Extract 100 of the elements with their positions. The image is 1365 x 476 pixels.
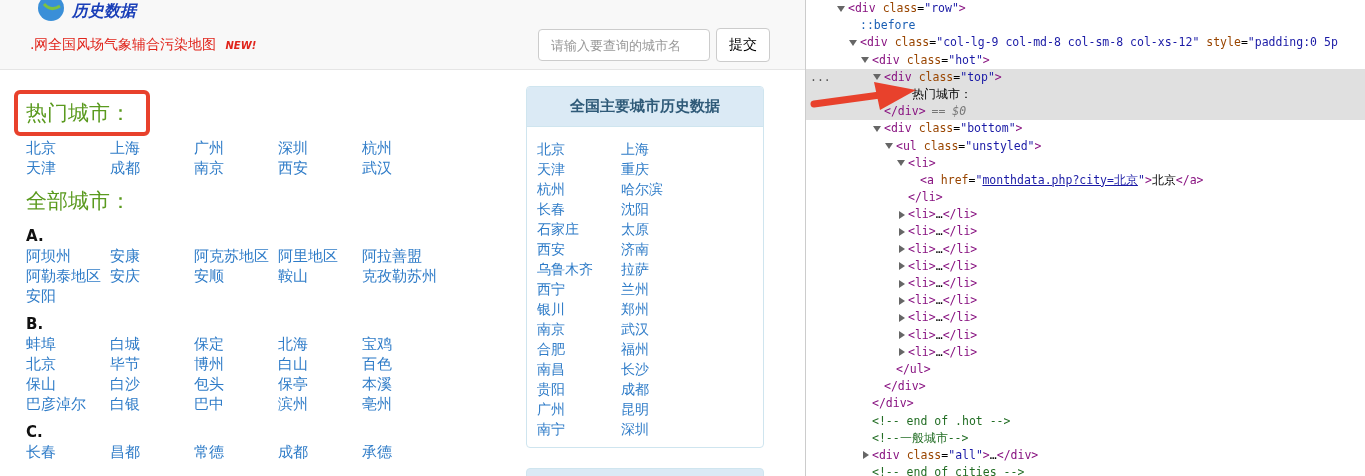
city-search-field[interactable]: 请输入要查询的城市名	[538, 29, 710, 61]
city-link[interactable]: 武汉	[362, 158, 446, 178]
city-link[interactable]: 上海	[110, 138, 194, 158]
city-link[interactable]: 保定	[194, 334, 278, 354]
dom-node-line[interactable]: <li>…</li>	[908, 206, 978, 224]
city-link[interactable]: 阿里地区	[278, 246, 362, 266]
city-link[interactable]: 杭州	[537, 179, 621, 199]
city-link[interactable]: 南宁	[537, 419, 621, 439]
dom-node-line[interactable]: <div class="all">…</div>	[872, 446, 1039, 465]
dom-node-line[interactable]: <ul class="unstyled">	[896, 137, 1042, 155]
city-link[interactable]: 巴中	[194, 394, 278, 414]
city-link[interactable]: 哈尔滨	[621, 179, 705, 199]
dom-node-line[interactable]: <div class="row">	[848, 0, 966, 18]
city-link[interactable]: 长春	[26, 442, 110, 462]
city-link[interactable]: 上海	[621, 139, 705, 159]
city-link[interactable]: 宝鸡	[362, 334, 446, 354]
city-link[interactable]: 成都	[621, 379, 705, 399]
city-link[interactable]: 西宁	[537, 279, 621, 299]
banner-link[interactable]: .网全国风场气象辅合污染地图	[30, 36, 217, 54]
dom-node-line[interactable]: <div class="col-lg-9 col-md-8 col-sm-8 col-xs-12" style="padding:0 5p	[860, 34, 1338, 52]
dom-node-line[interactable]: <li>…</li>	[908, 275, 978, 293]
city-link[interactable]: 南京	[537, 319, 621, 339]
city-link[interactable]: 阿克苏地区	[194, 246, 278, 266]
dom-node-line[interactable]: <li>…</li>	[908, 292, 978, 310]
city-link[interactable]: 郑州	[621, 299, 705, 319]
city-link[interactable]: 南昌	[537, 359, 621, 379]
city-link[interactable]: 保山	[26, 374, 110, 394]
city-link[interactable]: 西安	[278, 158, 362, 178]
city-link[interactable]: 白山	[278, 354, 362, 374]
city-link[interactable]: 拉萨	[621, 259, 705, 279]
dom-node-line[interactable]: <div class="top">	[884, 68, 1002, 86]
expand-triangle-icon[interactable]	[836, 3, 848, 14]
city-link[interactable]: 克孜勒苏州	[362, 266, 446, 286]
city-link[interactable]: 天津	[26, 158, 110, 178]
city-link[interactable]: 承德	[362, 442, 446, 462]
city-link[interactable]: 广州	[537, 399, 621, 419]
pseudo-element[interactable]: ::before	[860, 17, 916, 35]
city-link[interactable]: 太原	[621, 219, 705, 239]
city-link[interactable]: 北海	[278, 334, 362, 354]
city-link[interactable]: 广州	[194, 138, 278, 158]
href-link[interactable]: monthdata.php?city=北京	[982, 172, 1138, 187]
dom-node-line[interactable]: <div class="hot">	[872, 51, 990, 69]
expand-triangle-icon[interactable]	[848, 37, 860, 48]
city-link[interactable]: 巴彦淖尔	[26, 394, 110, 414]
city-link[interactable]: 昆明	[621, 399, 705, 419]
city-link[interactable]: 西安	[537, 239, 621, 259]
city-link[interactable]: 长沙	[621, 359, 705, 379]
dom-node-line[interactable]: <li>	[908, 154, 936, 172]
city-link[interactable]: 白银	[110, 394, 194, 414]
city-link[interactable]: 深圳	[278, 138, 362, 158]
dom-node-line[interactable]: <a href="monthdata.php?city=北京">北京</a>	[920, 171, 1204, 190]
city-link[interactable]: 安阳	[26, 286, 110, 306]
city-link[interactable]: 成都	[278, 442, 362, 462]
city-link[interactable]: 银川	[537, 299, 621, 319]
city-link[interactable]: 深圳	[621, 419, 705, 439]
submit-button[interactable]: 提交	[716, 28, 770, 62]
city-link[interactable]: 安顺	[194, 266, 278, 286]
city-link[interactable]: 昌都	[110, 442, 194, 462]
city-link[interactable]: 石家庄	[537, 219, 621, 239]
expand-triangle-icon[interactable]	[872, 123, 884, 134]
city-link[interactable]: 阿坝州	[26, 246, 110, 266]
city-link[interactable]: 百色	[362, 354, 446, 374]
city-link[interactable]: 成都	[110, 158, 194, 178]
city-link[interactable]: 福州	[621, 339, 705, 359]
city-link[interactable]: 保亭	[278, 374, 362, 394]
city-link[interactable]: 包头	[194, 374, 278, 394]
city-link[interactable]: 沈阳	[621, 199, 705, 219]
city-link[interactable]: 白城	[110, 334, 194, 354]
dom-node-line[interactable]: <li>…</li>	[908, 257, 978, 275]
dom-node-line[interactable]: <li>…</li>	[908, 223, 978, 241]
city-link[interactable]: 安庆	[110, 266, 194, 286]
city-link[interactable]: 阿拉善盟	[362, 246, 446, 266]
city-link[interactable]: 长春	[537, 199, 621, 219]
city-link[interactable]: 贵阳	[537, 379, 621, 399]
dom-node-line[interactable]: <li>…</li>	[908, 240, 978, 258]
city-link[interactable]: 安康	[110, 246, 194, 266]
city-link[interactable]: 白沙	[110, 374, 194, 394]
city-link[interactable]: 阿勒泰地区	[26, 266, 110, 286]
logo-text[interactable]: 历史数据	[72, 0, 136, 22]
city-link[interactable]: 本溪	[362, 374, 446, 394]
city-link[interactable]: 鞍山	[278, 266, 362, 286]
city-link[interactable]: 重庆	[621, 159, 705, 179]
city-link[interactable]: 天津	[537, 159, 621, 179]
city-link[interactable]: 亳州	[362, 394, 446, 414]
city-link[interactable]: 杭州	[362, 138, 446, 158]
dom-node-line[interactable]: <li>…</li>	[908, 326, 978, 344]
city-link[interactable]: 蚌埠	[26, 334, 110, 354]
city-link[interactable]: 滨州	[278, 394, 362, 414]
city-link[interactable]: 兰州	[621, 279, 705, 299]
dom-node-line[interactable]: <li>…</li>	[908, 343, 978, 361]
city-link[interactable]: 乌鲁木齐	[537, 259, 621, 279]
dom-node-line[interactable]: <div class="bottom">	[884, 120, 1023, 138]
city-link[interactable]: 合肥	[537, 339, 621, 359]
city-link[interactable]: 博州	[194, 354, 278, 374]
city-link[interactable]: 武汉	[621, 319, 705, 339]
dom-node-line[interactable]: <li>…</li>	[908, 309, 978, 327]
more-dots[interactable]: ...	[810, 68, 831, 86]
city-link[interactable]: 南京	[194, 158, 278, 178]
city-link[interactable]: 北京	[26, 138, 110, 158]
city-link[interactable]: 北京	[26, 354, 110, 374]
